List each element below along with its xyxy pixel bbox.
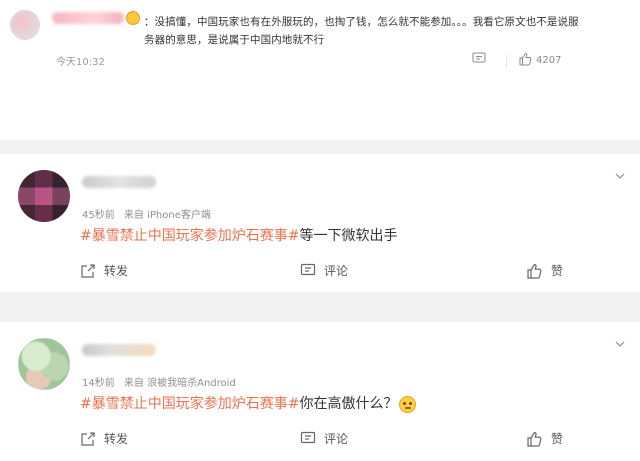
comment-meta: 14秒前 来自 浪被我暗杀Android	[82, 374, 236, 389]
like-button[interactable]: 赞	[526, 430, 563, 447]
comment-card: 14秒前 来自 浪被我暗杀Android #暴雪禁止中国玩家参加炉石赛事# 你在…	[0, 322, 640, 461]
emoji-icon	[126, 11, 140, 25]
comment-content: #暴雪禁止中国玩家参加炉石赛事# 等一下微软出手	[80, 226, 397, 246]
comment-source: 来自 浪被我暗杀Android	[123, 378, 236, 389]
like-icon	[518, 52, 532, 69]
chevron-down-icon[interactable]	[614, 170, 626, 182]
comment-icon	[300, 431, 316, 446]
repost-button[interactable]: 转发	[80, 430, 128, 447]
like-icon	[526, 431, 543, 447]
repost-icon	[80, 431, 96, 447]
comment-text: 你在高傲什么？	[299, 396, 398, 412]
username-blurred[interactable]	[82, 344, 156, 356]
comment-text: 等一下微软出手	[299, 228, 398, 244]
comment-icon	[472, 52, 486, 67]
action-bar: 转发 评论 赞	[0, 430, 640, 452]
like-label: 赞	[551, 264, 564, 278]
divider	[506, 55, 507, 67]
repost-label: 转发	[104, 264, 129, 278]
avatar-image	[18, 170, 70, 222]
like-label: 赞	[551, 432, 564, 446]
comment-text: ：没搞懂，中国玩家也有在外服玩的，也掏了钱，怎么就不能参加。。。我看它原文也不是…	[144, 16, 579, 46]
like-icon	[526, 263, 543, 279]
top-comment: ：没搞懂，中国玩家也有在外服玩的，也掏了钱，怎么就不能参加。。。我看它原文也不是…	[0, 0, 640, 140]
comment-content: #暴雪禁止中国玩家参加炉石赛事# 你在高傲什么？	[80, 394, 417, 414]
action-bar: 转发 评论 赞	[0, 262, 640, 284]
username-blurred[interactable]	[82, 176, 156, 188]
repost-label: 转发	[104, 432, 129, 446]
like-button[interactable]: 赞	[526, 262, 563, 279]
comment-icon	[300, 263, 316, 278]
hashtag-link[interactable]: #暴雪禁止中国玩家参加炉石赛事#	[80, 394, 299, 414]
comment-button[interactable]	[472, 52, 486, 67]
comment-card: 45秒前 来自 iPhone客户端 #暴雪禁止中国玩家参加炉石赛事# 等一下微软…	[0, 154, 640, 292]
avatar[interactable]	[18, 170, 70, 222]
comment-label: 评论	[324, 264, 349, 278]
comment-source: 来自 iPhone客户端	[123, 210, 211, 221]
comment-time: 今天10:32	[56, 57, 105, 68]
avatar-image	[18, 338, 70, 390]
chevron-down-icon[interactable]	[614, 338, 626, 350]
hashtag-link[interactable]: #暴雪禁止中国玩家参加炉石赛事#	[80, 226, 299, 246]
smirk-emoji-icon	[399, 395, 417, 413]
avatar[interactable]	[10, 10, 40, 40]
repost-icon	[80, 263, 96, 279]
comment-time: 14秒前	[82, 378, 115, 389]
comment-meta: 45秒前 来自 iPhone客户端	[82, 206, 211, 221]
comment-button[interactable]: 评论	[300, 262, 348, 279]
comment-label: 评论	[324, 432, 349, 446]
avatar[interactable]	[18, 338, 70, 390]
like-button[interactable]: 4207	[518, 52, 561, 69]
like-count: 4207	[536, 55, 562, 66]
weibo-comment-feed: ：没搞懂，中国玩家也有在外服玩的，也掏了钱，怎么就不能参加。。。我看它原文也不是…	[0, 0, 640, 461]
separator	[0, 140, 640, 154]
username-blurred[interactable]	[52, 12, 124, 24]
repost-button[interactable]: 转发	[80, 262, 128, 279]
comment-time: 45秒前	[82, 210, 115, 221]
separator	[0, 292, 640, 322]
comment-button[interactable]: 评论	[300, 430, 348, 447]
